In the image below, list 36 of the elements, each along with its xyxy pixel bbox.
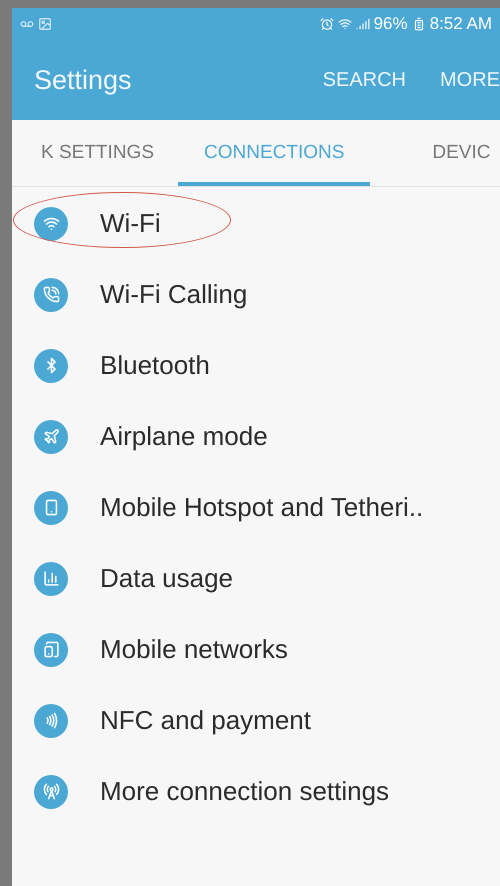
settings-item[interactable]: Mobile Hotspot and Tetheri.. (12, 472, 500, 543)
settings-item[interactable]: NFC and payment (12, 685, 500, 756)
antenna-icon (34, 774, 68, 808)
item-label: Airplane mode (100, 420, 268, 453)
settings-item[interactable]: Bluetooth (12, 330, 500, 401)
clock: 8:52 AM (430, 13, 492, 36)
item-label: Data usage (100, 562, 233, 595)
item-label: Mobile networks (100, 633, 288, 666)
settings-item[interactable]: More connection settings (12, 756, 500, 827)
bar-chart-icon (34, 562, 68, 596)
tab[interactable]: K SETTINGS (12, 124, 158, 186)
tab[interactable]: DEVIC (432, 124, 490, 186)
bluetooth-icon (34, 348, 68, 382)
app-title: Settings (34, 64, 132, 97)
wifi-icon (34, 206, 68, 240)
settings-item[interactable]: Data usage (12, 543, 500, 614)
settings-item[interactable]: Airplane mode (12, 401, 500, 472)
alarm-icon (320, 17, 334, 31)
item-label: Bluetooth (100, 349, 210, 382)
image-icon (38, 17, 52, 31)
item-label: Wi-Fi (100, 207, 161, 240)
devices-icon (34, 632, 68, 666)
item-label: Wi-Fi Calling (100, 278, 248, 311)
item-label: NFC and payment (100, 704, 311, 737)
phone-call-icon (34, 278, 68, 312)
airplane-icon (34, 420, 68, 454)
battery-percent: 96% (374, 13, 408, 36)
nfc-icon (34, 704, 68, 738)
item-label: More connection settings (100, 775, 390, 808)
signal-icon (356, 17, 370, 31)
item-label: Mobile Hotspot and Tetheri.. (100, 491, 424, 524)
settings-item[interactable]: Wi-Fi Calling (12, 259, 500, 330)
settings-item[interactable]: Wi-Fi (12, 188, 500, 259)
wifi-icon (338, 17, 352, 31)
phone-icon (34, 490, 68, 524)
settings-item[interactable]: Mobile networks (12, 614, 500, 685)
